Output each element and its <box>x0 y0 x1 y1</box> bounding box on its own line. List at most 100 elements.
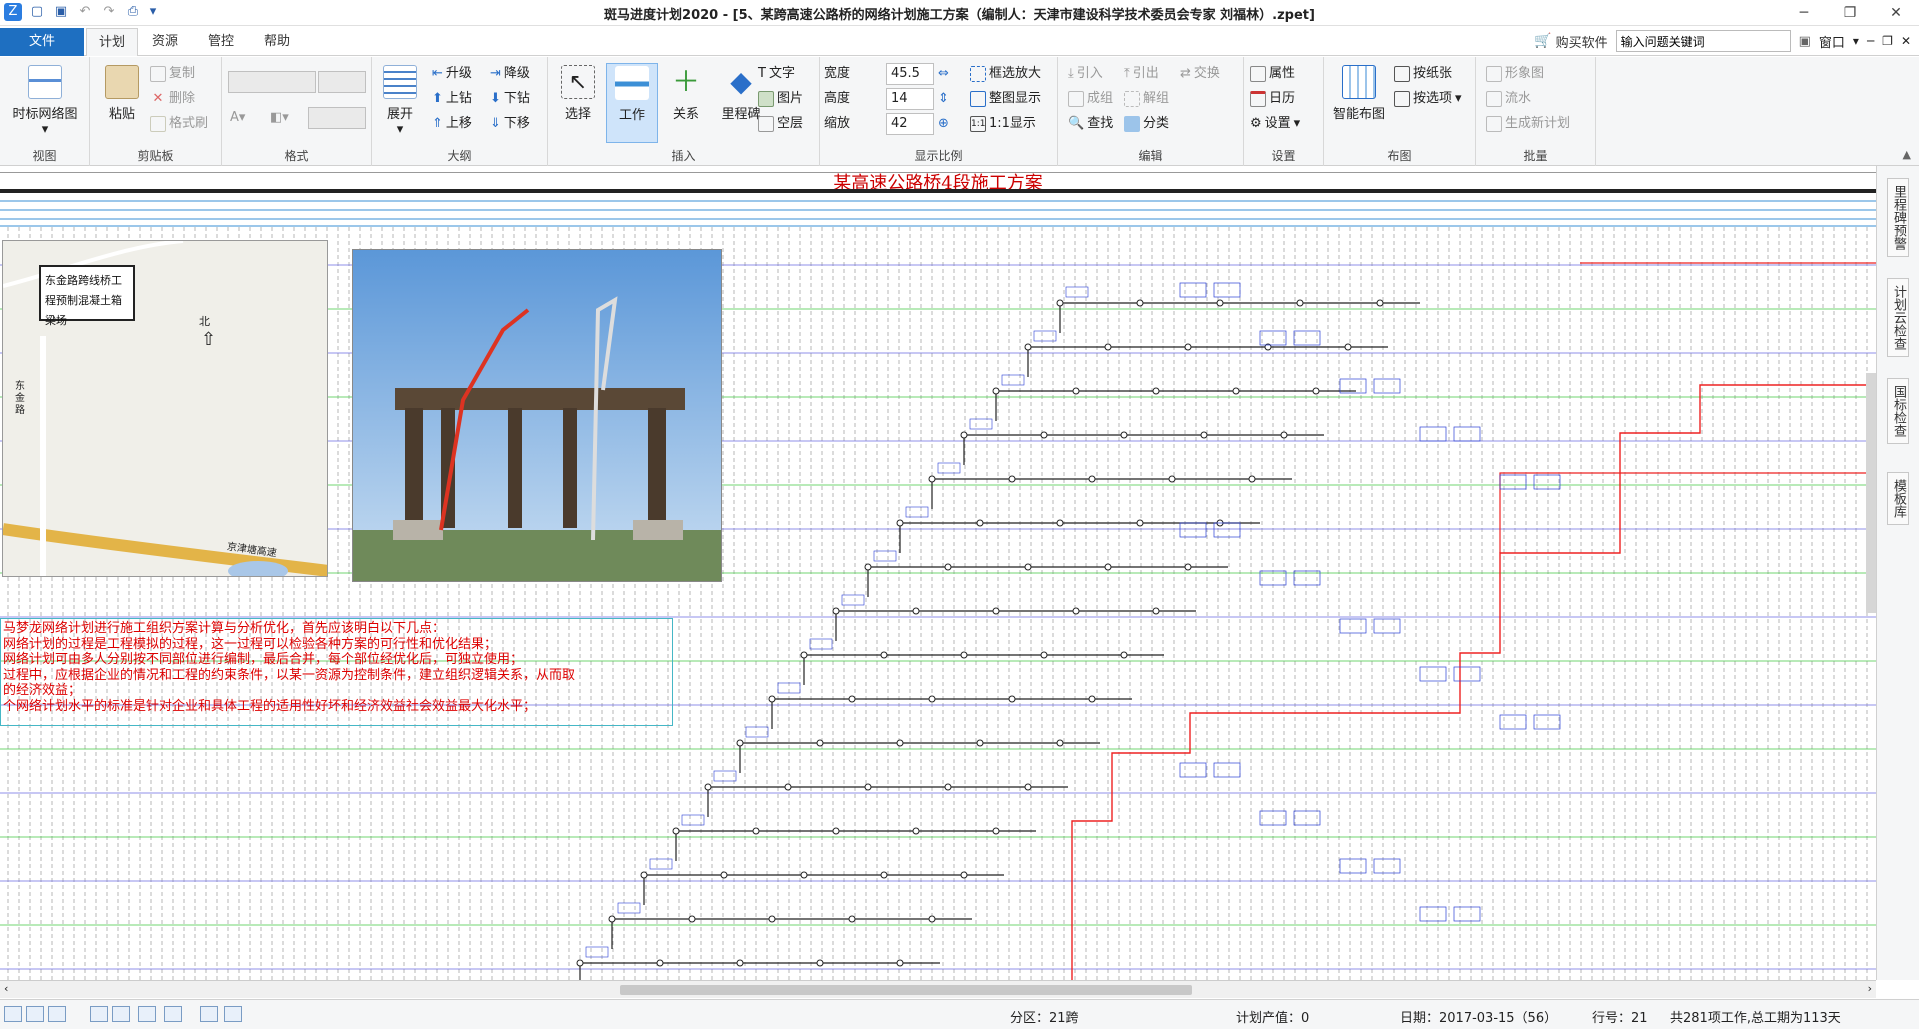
format-painter-button[interactable]: 格式刷 <box>150 113 208 135</box>
event-node <box>896 739 904 747</box>
delete-button[interactable]: ✕ 删除 <box>150 88 195 110</box>
zoom-input[interactable]: 42 <box>886 113 934 135</box>
milestone-warning-tab[interactable]: 里程碑预警 <box>1887 178 1909 257</box>
horizontal-scrollbar[interactable]: ‹ › <box>0 980 1876 998</box>
activity-label <box>585 946 609 958</box>
by-paper-button[interactable]: 按纸张 <box>1394 63 1452 85</box>
standard-check-tab[interactable]: 国标检查 <box>1887 378 1909 444</box>
font-family-select[interactable] <box>228 71 316 93</box>
network-diagram-canvas[interactable]: 某高速公路桥4段施工方案 东金路跨线桥工程预制混凝土箱梁场 北 ⇧ 东金路 京津… <box>0 172 1876 980</box>
activity-label <box>649 858 673 870</box>
export-icon[interactable] <box>200 1006 218 1022</box>
panel-toggle-icon[interactable] <box>164 1006 182 1022</box>
calendar-button[interactable]: 日历 <box>1250 88 1295 110</box>
height-input[interactable]: 14 <box>886 88 934 110</box>
tab-resources[interactable]: 资源 <box>140 28 190 56</box>
customize-dropdown-icon[interactable]: ▾ <box>148 3 158 21</box>
timescale-network-button[interactable]: 时标网络图 ▾ <box>8 63 82 143</box>
width-input[interactable]: 45.5 <box>886 63 934 85</box>
settings-button[interactable]: ⚙ 设置 ▾ <box>1250 113 1300 135</box>
copy-button[interactable]: 复制 <box>150 63 195 85</box>
scroll-left-icon[interactable]: ‹ <box>4 982 8 995</box>
font-color-button[interactable]: A▾ <box>230 107 245 129</box>
actual-size-button[interactable]: 1:1 1:1显示 <box>970 113 1036 135</box>
classify-button[interactable]: 分类 <box>1124 113 1169 135</box>
drill-up-button[interactable]: ⬆ 上钻 <box>432 88 472 110</box>
flow-button[interactable]: 流水 <box>1486 88 1531 110</box>
new-plan-button[interactable]: 生成新计划 <box>1486 113 1570 135</box>
redo-icon[interactable]: ↷ <box>100 3 118 21</box>
cloud-check-tab[interactable]: 计划云检查 <box>1887 278 1909 357</box>
by-option-button[interactable]: 按选项 ▾ <box>1394 88 1462 110</box>
zoom-in-icon[interactable]: ⊕ <box>938 113 949 135</box>
close-icon[interactable]: ✕ <box>1873 0 1919 26</box>
event-node <box>944 563 952 571</box>
move-up-button[interactable]: ⇑ 上移 <box>432 113 472 135</box>
window-menu[interactable]: 窗口 <box>1819 32 1845 51</box>
buy-software-button[interactable]: 🛒 购买软件 <box>1534 32 1607 51</box>
collapse-ribbon-icon[interactable]: ▲ <box>1903 148 1911 161</box>
restore-icon[interactable]: ❐ <box>1827 0 1873 26</box>
fit-view-button[interactable]: 整图显示 <box>970 88 1041 110</box>
timescale-dropdown-icon: ▾ <box>41 122 49 137</box>
grid-toggle-icon[interactable] <box>112 1006 130 1022</box>
activity-chain <box>643 874 1004 905</box>
paste-button[interactable]: 粘贴 <box>96 63 148 143</box>
horizontal-scrollbar-thumb[interactable] <box>620 985 1192 995</box>
lead-in-button[interactable]: ⤓ 引入 <box>1068 63 1103 85</box>
move-down-button[interactable]: ⇓ 下移 <box>490 113 530 135</box>
work-button[interactable]: 工作 <box>606 63 658 143</box>
line-style-select[interactable] <box>308 107 366 129</box>
group-button[interactable]: 成组 <box>1068 88 1113 110</box>
undo-icon[interactable]: ↶ <box>76 3 94 21</box>
scroll-right-icon[interactable]: › <box>1868 982 1872 995</box>
layer-toggle-icon[interactable] <box>138 1006 156 1022</box>
import-icon[interactable] <box>224 1006 242 1022</box>
height-stepper-icon[interactable]: ⇕ <box>938 88 949 110</box>
relation-button[interactable]: ＋ 关系 <box>660 63 712 143</box>
image-button[interactable]: 图片 <box>758 88 803 110</box>
drill-down-button[interactable]: ⬇ 下钻 <box>490 88 530 110</box>
view-mode-3-icon[interactable] <box>48 1006 66 1022</box>
promote-button[interactable]: ⇤ 升级 <box>432 63 472 85</box>
fill-color-button[interactable]: ◧▾ <box>270 107 289 129</box>
doc-close-icon[interactable]: ✕ <box>1901 34 1911 48</box>
tab-help[interactable]: 帮助 <box>252 28 302 56</box>
print-icon[interactable]: ⎙ <box>124 3 142 21</box>
lead-out-button[interactable]: ⤒ 引出 <box>1124 63 1159 85</box>
view-mode-1-icon[interactable] <box>4 1006 22 1022</box>
save-icon[interactable]: ▣ <box>52 3 70 21</box>
minimize-icon[interactable]: ─ <box>1781 0 1827 26</box>
font-size-select[interactable] <box>318 71 366 93</box>
template-library-tab[interactable]: 模板库 <box>1887 472 1909 525</box>
view-mode-2-icon[interactable] <box>26 1006 44 1022</box>
box-zoom-button[interactable]: 框选放大 <box>970 63 1041 85</box>
tab-plan[interactable]: 计划 <box>86 28 139 56</box>
construction-photo <box>352 249 722 582</box>
actual-size-icon: 1:1 <box>970 116 986 132</box>
event-node <box>1296 299 1304 307</box>
help-search-icon[interactable]: ▣ <box>1799 34 1811 49</box>
expand-button[interactable]: 展开 ▾ <box>376 63 424 143</box>
smart-layout-button[interactable]: 智能布图 <box>1328 63 1390 143</box>
find-button[interactable]: 🔍 查找 <box>1068 113 1113 135</box>
vertical-scrollbar-thumb[interactable] <box>1866 373 1876 613</box>
swap-button[interactable]: ⇄ 交换 <box>1180 63 1220 85</box>
help-search-input[interactable] <box>1615 30 1791 52</box>
tab-control[interactable]: 管控 <box>196 28 246 56</box>
demote-button[interactable]: ⇥ 降级 <box>490 63 530 85</box>
tab-file[interactable]: 文件 <box>0 28 84 56</box>
select-button[interactable]: ↖ 选择 <box>552 63 604 143</box>
image-chart-button[interactable]: 形象图 <box>1486 63 1544 85</box>
ungroup-button[interactable]: 解组 <box>1124 88 1169 110</box>
target-icon[interactable] <box>90 1006 108 1022</box>
new-file-icon[interactable]: ▢ <box>28 3 46 21</box>
width-stepper-icon[interactable]: ⇔ <box>938 63 949 85</box>
window-menu-dropdown-icon[interactable]: ▾ <box>1853 34 1859 48</box>
properties-button[interactable]: 属性 <box>1250 63 1295 85</box>
status-bar: 分区：21跨 计划产值：0 日期：2017-03-15（56） 行号：21 共2… <box>0 999 1919 1029</box>
doc-minimize-icon[interactable]: ─ <box>1867 34 1874 48</box>
doc-restore-icon[interactable]: ❐ <box>1882 34 1893 48</box>
blank-layer-button[interactable]: 空层 <box>758 113 803 135</box>
text-button[interactable]: T 文字 <box>758 63 795 85</box>
